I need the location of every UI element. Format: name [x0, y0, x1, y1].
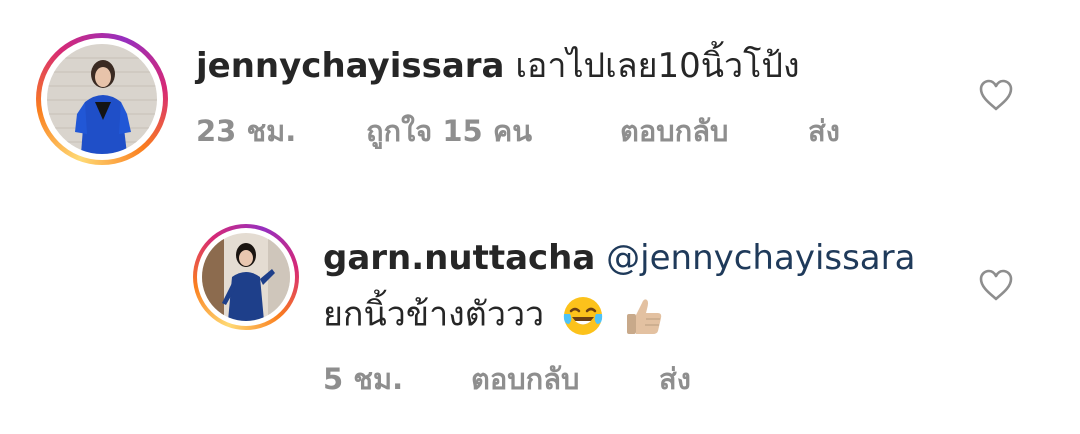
- avatar-story-ring[interactable]: [36, 33, 168, 165]
- avatar-story-ring[interactable]: [193, 224, 299, 330]
- send-button[interactable]: ส่ง: [808, 114, 840, 148]
- comment-text: เอาไปเลย10นิ้วโป้ง: [515, 46, 800, 86]
- reply-mention-link[interactable]: @jennychayissara: [606, 238, 915, 278]
- comment-time: 23 ชม.: [196, 114, 297, 148]
- reply-username[interactable]: garn.nuttacha: [323, 238, 595, 278]
- comment-likes-count[interactable]: ถูกใจ 15 คน: [366, 114, 532, 148]
- reply-comment-item: garn.nuttacha @jennychayissara ยกนิ้วข้า…: [0, 200, 1080, 434]
- comment-text-line: jennychayissara เอาไปเลย10นิ้วโป้ง: [196, 46, 800, 86]
- reply-header-line: garn.nuttacha @jennychayissara: [323, 238, 915, 278]
- reply-button[interactable]: ตอบกลับ: [471, 362, 579, 396]
- avatar-photo-jennychayissara: [47, 44, 157, 154]
- heart-outline-icon: [979, 79, 1013, 111]
- reply-text: ยกนิ้วข้างตัววว: [323, 294, 545, 335]
- reply-text-line: ยกนิ้วข้างตัววว: [323, 294, 666, 338]
- comment-item: jennychayissara เอาไปเลย10นิ้วโป้ง 23 ชม…: [0, 0, 1080, 200]
- heart-outline-icon: [979, 269, 1013, 301]
- send-button[interactable]: ส่ง: [659, 362, 691, 396]
- comment-username[interactable]: jennychayissara: [196, 46, 505, 86]
- reply-button[interactable]: ตอบกลับ: [620, 114, 728, 148]
- like-button[interactable]: [978, 78, 1014, 112]
- avatar[interactable]: [202, 233, 290, 321]
- avatar[interactable]: [47, 44, 157, 154]
- avatar-photo-garn-nuttacha: [202, 233, 290, 321]
- face-with-tears-of-joy-icon: [561, 294, 605, 338]
- thumbs-up-icon: [622, 294, 666, 338]
- reply-time: 5 ชม.: [323, 362, 404, 396]
- like-button[interactable]: [978, 268, 1014, 302]
